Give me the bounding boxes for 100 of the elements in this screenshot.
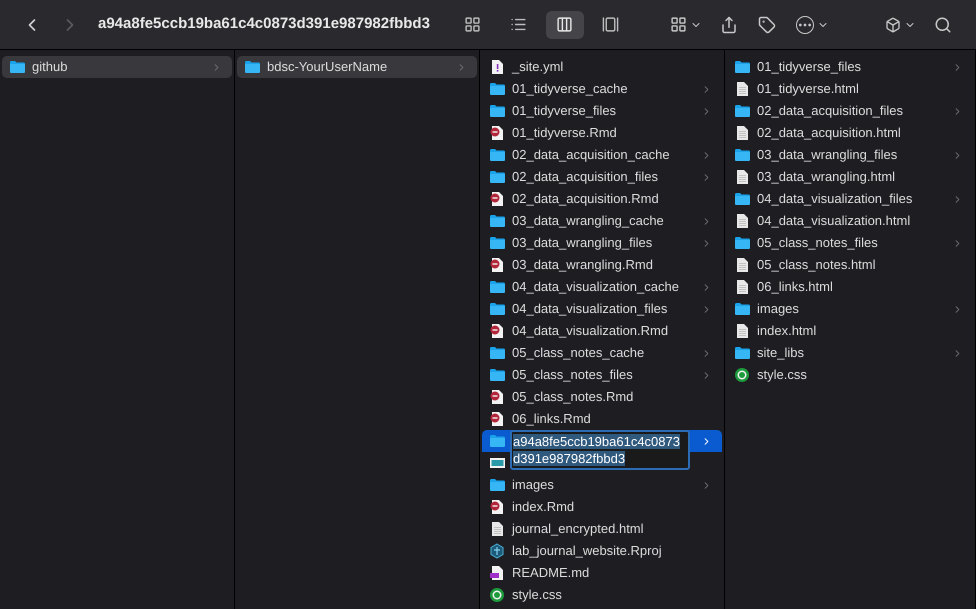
document-icon [734, 257, 750, 273]
file-name: 05_class_notes.html [757, 256, 877, 274]
document-icon [490, 257, 504, 273]
document-icon [734, 81, 750, 97]
file-row[interactable]: README.md [482, 562, 722, 584]
file-name: index.html [757, 322, 818, 340]
document-icon [490, 565, 504, 581]
folder-icon [490, 479, 504, 491]
ellipsis-icon [796, 16, 814, 34]
file-name: 01_tidyverse.html [757, 80, 860, 98]
file-row[interactable]: 04_data_visualization_files [727, 188, 973, 210]
file-row[interactable]: images [482, 474, 722, 496]
file-name: _site.yml [512, 58, 564, 76]
folder-icon [490, 83, 504, 95]
folder-icon [490, 237, 504, 249]
file-name: index.Rmd [512, 498, 576, 516]
file-name: 04_data_visualization_files [512, 300, 668, 318]
file-name: 04_data_visualization.html [757, 212, 912, 230]
file-row[interactable]: journal_encrypted.html [482, 518, 722, 540]
columns-icon [556, 16, 574, 33]
tag-button[interactable] [758, 16, 776, 34]
file-row[interactable]: 01_tidyverse.html [727, 78, 973, 100]
file-row[interactable]: site_libs [727, 342, 973, 364]
file-row[interactable]: 02_data_acquisition_cache [482, 144, 722, 166]
document-icon [490, 521, 504, 537]
file-name: 04_data_visualization_cache [512, 278, 680, 296]
file-name: 03_data_wrangling.Rmd [512, 256, 654, 274]
file-name: 01_tidyverse_files [757, 58, 862, 76]
stylesheet-icon [734, 367, 750, 383]
folder-icon [734, 105, 750, 117]
folder-icon [734, 61, 750, 73]
file-row[interactable]: _site.yml [482, 56, 722, 78]
file-row[interactable]: 02_data_acquisition.Rmd [482, 188, 722, 210]
file-name: 02_data_acquisition.Rmd [512, 190, 660, 208]
search-button[interactable] [934, 16, 952, 34]
file-row[interactable]: 06_links.html [727, 276, 973, 298]
file-name: 05_class_notes_files [757, 234, 879, 252]
file-name: 06_links.Rmd [512, 410, 592, 428]
file-row[interactable]: 03_data_wrangling.html [727, 166, 973, 188]
file-row[interactable]: 03_data_wrangling_files [727, 144, 973, 166]
document-icon [734, 213, 750, 229]
box-icon [884, 16, 901, 32]
file-row[interactable]: images [727, 298, 973, 320]
file-name: 06_links.html [757, 278, 834, 296]
file-row[interactable]: 04_data_visualization.html [727, 210, 973, 232]
file-row[interactable]: style.css [727, 364, 973, 386]
document-icon [490, 389, 504, 405]
file-row[interactable]: 03_data_wrangling.Rmd [482, 254, 722, 276]
file-row[interactable]: 06_links.Rmd [482, 408, 722, 430]
file-row[interactable]: a94a8fe5ccb19ba61c4c0873d391e987982fbbd3 [482, 430, 722, 468]
grid-icon [670, 16, 687, 33]
file-name: github [32, 58, 68, 76]
file-row[interactable]: 04_data_visualization.Rmd [482, 320, 722, 342]
file-name: 04_data_visualization.Rmd [512, 322, 670, 340]
folder-icon [490, 347, 504, 359]
file-row[interactable]: style.css [482, 584, 722, 606]
file-row[interactable]: 02_data_acquisition_files [482, 166, 722, 188]
group-button[interactable] [670, 16, 702, 33]
file-row[interactable]: 03_data_wrangling_cache [482, 210, 722, 232]
file-row[interactable]: index.Rmd [482, 496, 722, 518]
file-row[interactable]: 02_data_acquisition.html [727, 122, 973, 144]
file-row[interactable]: 01_tidyverse_cache [482, 78, 722, 100]
file-name: 05_class_notes.Rmd [512, 388, 634, 406]
file-row[interactable]: github [2, 56, 232, 78]
file-row[interactable]: 05_class_notes.html [727, 254, 973, 276]
file-name: 01_tidyverse_files [512, 102, 618, 120]
file-name: site_libs [757, 344, 805, 362]
search-icon [934, 16, 952, 34]
folder-icon [734, 149, 750, 161]
cube-icon [489, 543, 505, 559]
file-name: style.css [757, 366, 808, 384]
file-row[interactable]: 04_data_visualization_files [482, 298, 722, 320]
file-row[interactable]: 05_class_notes_files [727, 232, 973, 254]
file-name: 03_data_wrangling_files [512, 234, 654, 252]
file-name: 05_class_notes_cache [512, 344, 646, 362]
tag-icon [758, 16, 776, 34]
file-row[interactable]: 05_class_notes_files [482, 364, 722, 386]
file-row[interactable]: 04_data_visualization_cache [482, 276, 722, 298]
rename-field[interactable]: a94a8fe5ccb19ba61c4c0873d391e987982fbbd3 [510, 430, 690, 470]
file-row[interactable]: 01_tidyverse_files [482, 100, 722, 122]
file-row[interactable]: bdsc-YourUserName [237, 56, 477, 78]
image-icon [490, 458, 504, 468]
file-row[interactable]: 05_class_notes.Rmd [482, 386, 722, 408]
file-name: journal_encrypted.html [512, 520, 645, 538]
share-button[interactable] [720, 16, 738, 34]
folder-icon [490, 149, 504, 161]
file-row[interactable]: 02_data_acquisition_files [727, 100, 973, 122]
file-row[interactable]: lab_journal_website.Rproj [482, 540, 722, 562]
grid-icon [464, 16, 482, 33]
box-button[interactable] [884, 16, 916, 32]
file-name: style.css [512, 586, 563, 604]
more-button[interactable] [796, 16, 829, 34]
file-row[interactable]: 05_class_notes_cache [482, 342, 722, 364]
column-view-button[interactable] [546, 10, 584, 38]
file-row[interactable]: index.html [727, 320, 973, 342]
file-row[interactable]: 03_data_wrangling_files [482, 232, 722, 254]
file-row[interactable]: 01_tidyverse_files [727, 56, 973, 78]
file-name: 05_class_notes_files [512, 366, 634, 384]
file-row[interactable]: 01_tidyverse.Rmd [482, 122, 722, 144]
folder-icon [734, 237, 750, 249]
